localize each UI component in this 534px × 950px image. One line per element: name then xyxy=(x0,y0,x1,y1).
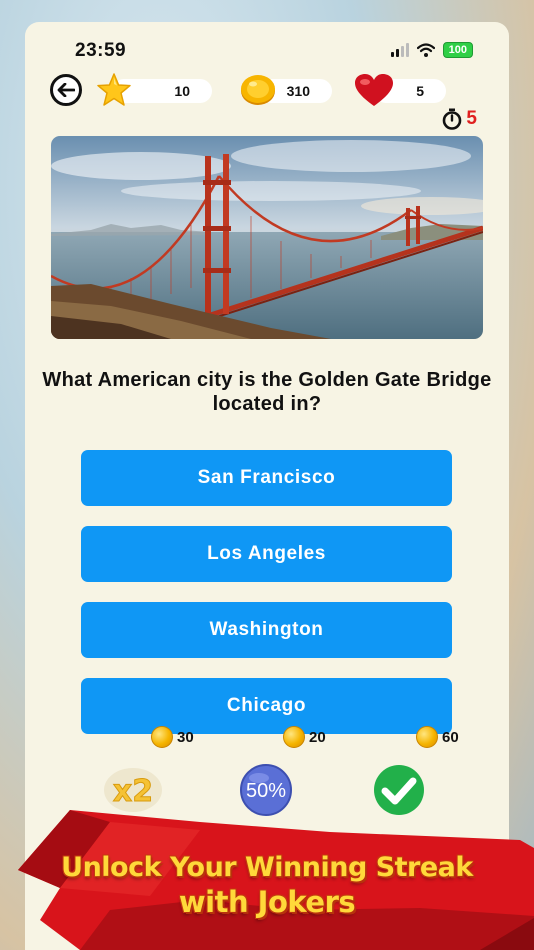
banner-title-line-1: Unlock Your Winning Streak xyxy=(61,852,473,883)
heart-icon xyxy=(355,74,393,106)
question-text: What American city is the Golden Gate Br… xyxy=(42,369,492,415)
answer-button-4[interactable]: Chicago xyxy=(81,678,452,734)
joker-fifty-cost: 20 xyxy=(283,726,326,748)
coin-icon xyxy=(241,75,275,105)
joker-x2-cost: 30 xyxy=(151,726,194,748)
coins-value: 310 xyxy=(286,83,310,99)
timer-value: 5 xyxy=(466,108,477,129)
stats-bar: 10 310 5 xyxy=(50,73,490,110)
lives-value: 5 xyxy=(416,83,424,99)
back-button[interactable] xyxy=(50,74,82,106)
arrow-left-icon xyxy=(57,83,75,97)
answer-button-2[interactable]: Los Angeles xyxy=(81,526,452,582)
coin-icon xyxy=(151,726,173,748)
joker-answer-cost: 60 xyxy=(416,726,459,748)
stopwatch-icon xyxy=(443,108,462,130)
golden-gate-bridge-illustration xyxy=(51,136,483,339)
stars-value: 10 xyxy=(174,83,190,99)
status-icons: 100 xyxy=(390,42,473,58)
countdown-timer: 5 xyxy=(441,108,477,130)
coin-icon xyxy=(283,726,305,748)
wifi-icon xyxy=(416,43,435,57)
answer-button-3[interactable]: Washington xyxy=(81,602,452,658)
banner-title-line-2: with Jokers xyxy=(178,885,356,919)
signal-icon xyxy=(390,43,409,57)
status-time: 23:59 xyxy=(75,40,127,61)
coin-icon xyxy=(416,726,438,748)
question-image xyxy=(51,136,483,339)
promo-banner: Unlock Your Winning Streak with Jokers xyxy=(0,800,534,950)
battery-indicator: 100 xyxy=(442,42,473,58)
star-icon xyxy=(97,73,131,106)
svg-text:50%: 50% xyxy=(246,780,286,802)
answer-button-1[interactable]: San Francisco xyxy=(81,450,452,506)
